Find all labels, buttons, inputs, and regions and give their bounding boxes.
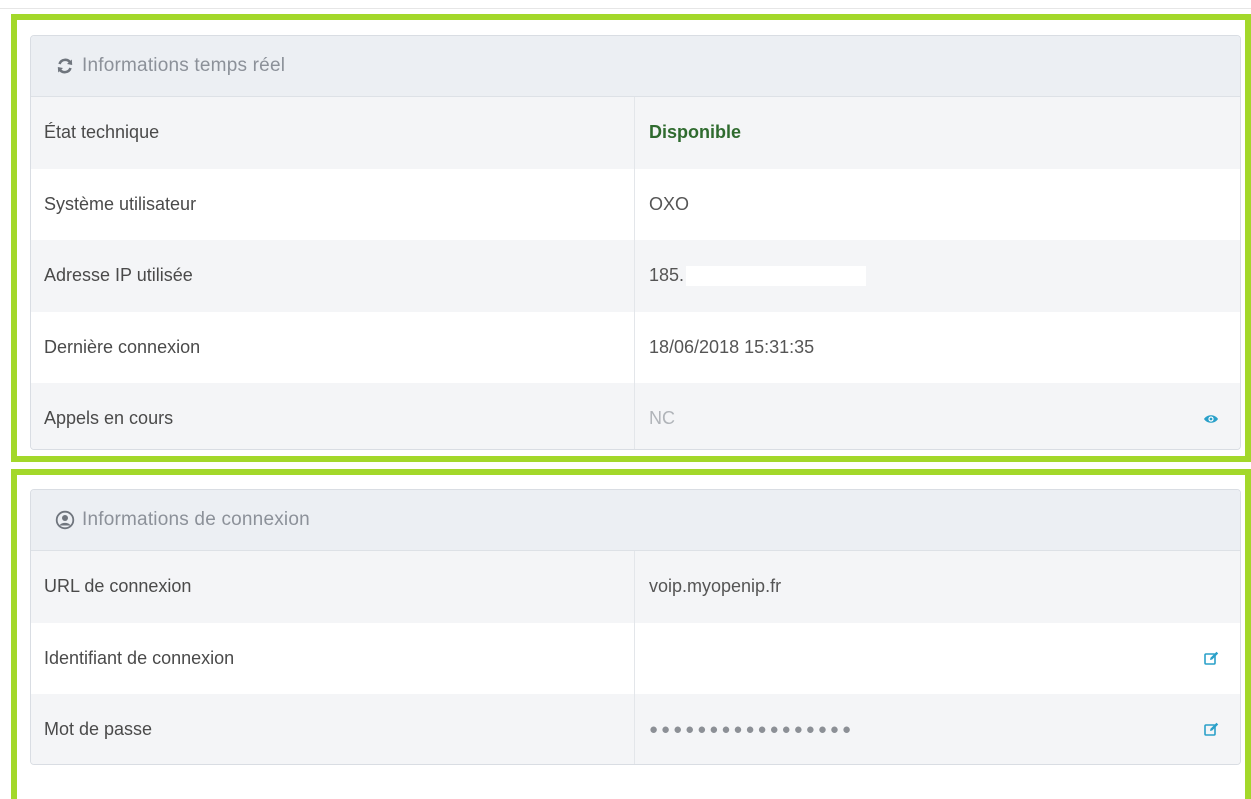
row-derniere-connexion: Dernière connexion 18/06/2018 15:31:35	[31, 311, 1240, 383]
system-value: OXO	[635, 169, 1240, 241]
redaction-block	[686, 265, 867, 286]
calls-value: NC	[635, 383, 1240, 449]
row-mot-de-passe: Mot de passe ●●●●●●●●●●●●●●●●●	[31, 694, 1240, 764]
row-label: Adresse IP utilisée	[31, 240, 635, 312]
system-value-text: OXO	[649, 193, 690, 214]
row-adresse-ip: Adresse IP utilisée 185.	[31, 240, 1240, 312]
user-circle-icon	[55, 510, 75, 530]
refresh-icon	[55, 56, 75, 76]
panel-title: Informations temps réel	[82, 55, 286, 76]
edit-icon[interactable]	[1203, 650, 1219, 666]
eye-icon[interactable]	[1203, 411, 1219, 427]
top-divider	[0, 8, 1251, 9]
row-identifiant: Identifiant de connexion	[31, 622, 1240, 695]
row-appels-en-cours: Appels en cours NC	[31, 383, 1240, 449]
password-value-text: ●●●●●●●●●●●●●●●●●	[649, 721, 855, 739]
row-label: Mot de passe	[31, 694, 635, 764]
panel-header: Informations temps réel	[31, 36, 1240, 97]
row-label: Appels en cours	[31, 383, 635, 449]
url-value: voip.myopenip.fr	[649, 576, 782, 597]
login-value	[635, 623, 1240, 695]
status-value: Disponible	[649, 122, 742, 143]
realtime-info-panel: Informations temps réel État technique D…	[30, 35, 1241, 450]
row-label: Dernière connexion	[31, 311, 635, 383]
calls-value-text: NC	[649, 408, 675, 429]
row-label: URL de connexion	[31, 551, 635, 623]
edit-icon[interactable]	[1203, 722, 1219, 738]
row-systeme-utilisateur: Système utilisateur OXO	[31, 168, 1240, 241]
row-etat-technique: État technique Disponible	[31, 97, 1240, 169]
connection-info-panel: Informations de connexion URL de connexi…	[30, 489, 1241, 765]
ip-value: 185.	[635, 240, 1240, 312]
row-label: Identifiant de connexion	[31, 622, 635, 694]
row-url-connexion: URL de connexion voip.myopenip.fr	[31, 551, 1240, 623]
row-label: État technique	[31, 97, 635, 169]
last-connection-value: 18/06/2018 15:31:35	[649, 336, 815, 357]
ip-value-text: 185.	[649, 265, 685, 286]
panel-header: Informations de connexion	[31, 490, 1240, 551]
panel-title: Informations de connexion	[82, 509, 310, 530]
password-value: ●●●●●●●●●●●●●●●●●	[635, 694, 1240, 764]
row-label: Système utilisateur	[31, 168, 635, 240]
